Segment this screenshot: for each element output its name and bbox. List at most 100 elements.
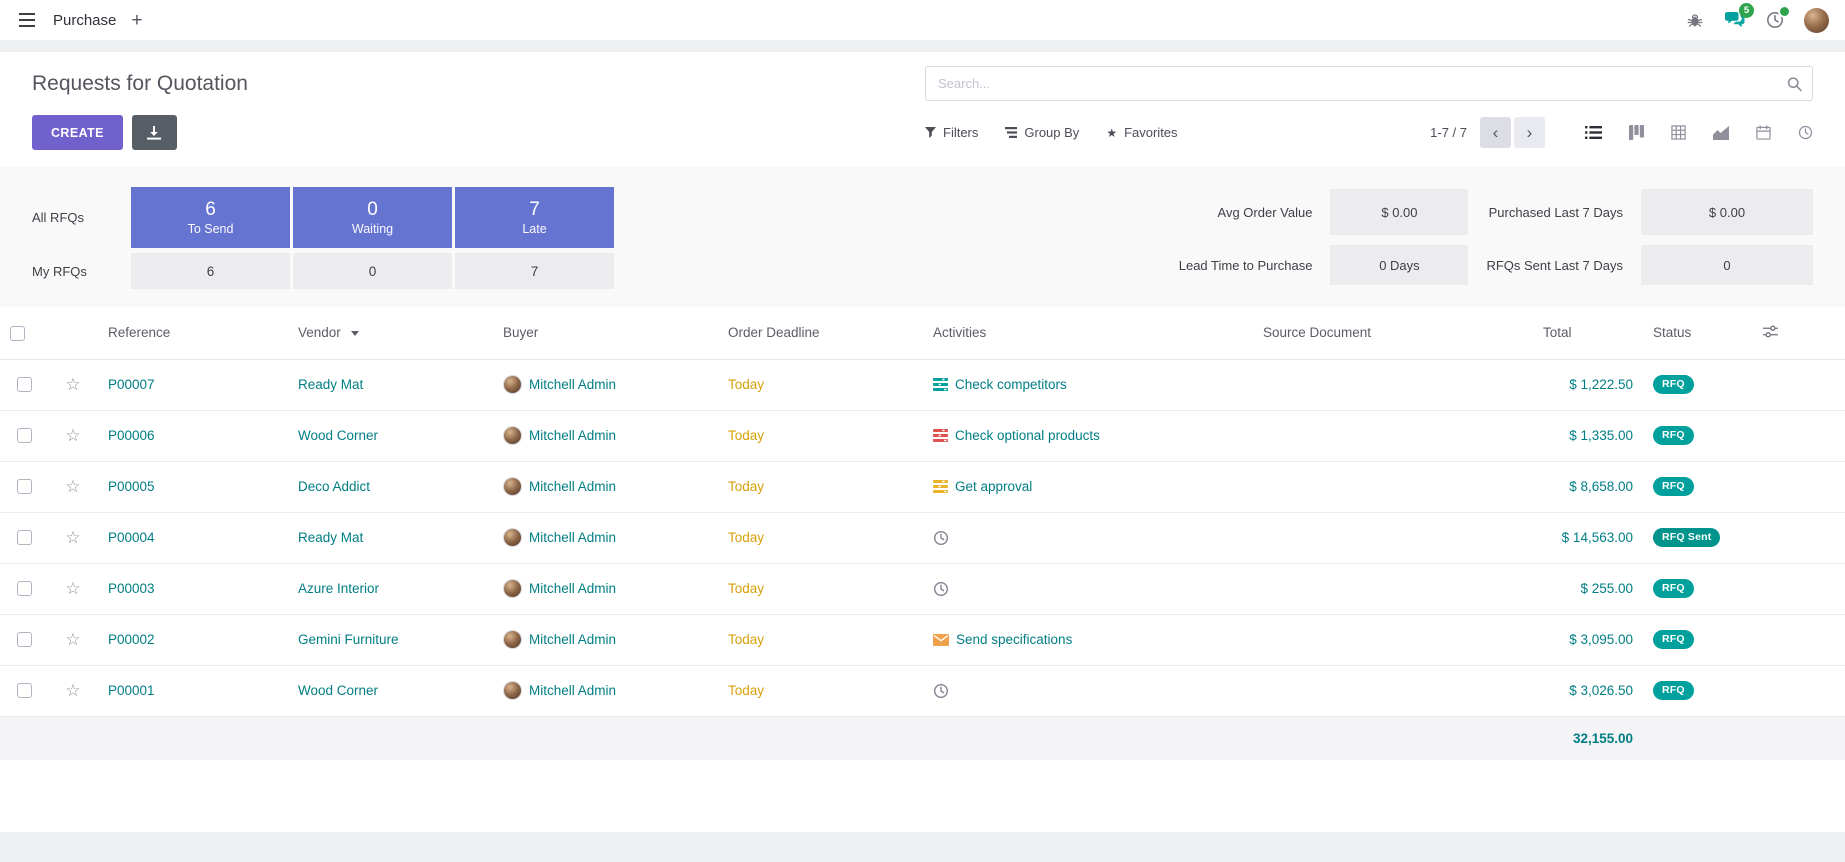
select-all-checkbox[interactable] bbox=[10, 326, 25, 341]
plus-icon[interactable]: + bbox=[131, 11, 142, 30]
table-row[interactable]: ☆ P00006 Wood Corner Mitchell Admin Toda… bbox=[0, 410, 1845, 461]
to-send-tile[interactable]: 6 To Send bbox=[131, 187, 290, 248]
column-header-source[interactable]: Source Document bbox=[1253, 307, 1533, 359]
kanban-view-icon[interactable] bbox=[1629, 125, 1644, 140]
table-row[interactable]: ☆ P00005 Deco Addict Mitchell Admin Toda… bbox=[0, 461, 1845, 512]
app-name[interactable]: Purchase bbox=[53, 12, 116, 29]
row-checkbox[interactable] bbox=[17, 479, 32, 494]
messages-icon[interactable]: 5 bbox=[1724, 9, 1746, 31]
reference-link[interactable]: P00007 bbox=[108, 377, 155, 392]
buyer-link[interactable]: Mitchell Admin bbox=[529, 530, 616, 545]
chevron-down-icon[interactable] bbox=[351, 331, 359, 336]
vendor-link[interactable]: Ready Mat bbox=[298, 530, 363, 545]
table-row[interactable]: ☆ P00003 Azure Interior Mitchell Admin T… bbox=[0, 563, 1845, 614]
row-checkbox[interactable] bbox=[17, 377, 32, 392]
my-waiting-tile[interactable]: 0 bbox=[293, 253, 452, 289]
my-to-send-tile[interactable]: 6 bbox=[131, 253, 290, 289]
column-header-buyer[interactable]: Buyer bbox=[493, 307, 718, 359]
activity-label[interactable]: Check competitors bbox=[955, 377, 1067, 392]
favorite-star-icon[interactable]: ☆ bbox=[65, 426, 80, 445]
tasks-icon[interactable] bbox=[933, 480, 948, 493]
activity-label[interactable]: Send specifications bbox=[956, 632, 1072, 647]
row-checkbox[interactable] bbox=[17, 683, 32, 698]
favorite-star-icon[interactable]: ☆ bbox=[65, 579, 80, 598]
favorite-star-icon[interactable]: ☆ bbox=[65, 375, 80, 394]
graph-view-icon[interactable] bbox=[1713, 126, 1729, 140]
pager-previous-button[interactable]: ‹ bbox=[1480, 117, 1511, 148]
buyer-link[interactable]: Mitchell Admin bbox=[529, 377, 616, 392]
envelope-icon[interactable] bbox=[933, 634, 949, 646]
vendor-link[interactable]: Azure Interior bbox=[298, 581, 379, 596]
table-row[interactable]: ☆ P00004 Ready Mat Mitchell Admin Today … bbox=[0, 512, 1845, 563]
calendar-view-icon[interactable] bbox=[1756, 125, 1771, 140]
view-switcher bbox=[1585, 125, 1813, 140]
vendor-link[interactable]: Gemini Furniture bbox=[298, 632, 399, 647]
table-row[interactable]: ☆ P00001 Wood Corner Mitchell Admin Toda… bbox=[0, 665, 1845, 716]
buyer-link[interactable]: Mitchell Admin bbox=[529, 428, 616, 443]
my-late-tile[interactable]: 7 bbox=[455, 253, 614, 289]
reference-link[interactable]: P00001 bbox=[108, 683, 155, 698]
top-navbar: Purchase + 5 bbox=[0, 0, 1845, 40]
row-checkbox[interactable] bbox=[17, 581, 32, 596]
tasks-icon[interactable] bbox=[933, 429, 948, 442]
schedule-activity-clock-icon[interactable] bbox=[933, 581, 949, 597]
buyer-link[interactable]: Mitchell Admin bbox=[529, 479, 616, 494]
buyer-avatar bbox=[503, 630, 522, 649]
reference-link[interactable]: P00004 bbox=[108, 530, 155, 545]
bottom-spacer bbox=[0, 760, 1845, 832]
buyer-link[interactable]: Mitchell Admin bbox=[529, 683, 616, 698]
favorites-button[interactable]: ★ Favorites bbox=[1106, 125, 1177, 140]
column-header-vendor[interactable]: Vendor bbox=[288, 307, 493, 359]
favorite-star-icon[interactable]: ☆ bbox=[65, 477, 80, 496]
reference-link[interactable]: P00003 bbox=[108, 581, 155, 596]
list-view-icon[interactable] bbox=[1585, 125, 1602, 140]
optional-columns-icon[interactable] bbox=[1763, 325, 1778, 338]
export-button[interactable] bbox=[132, 115, 177, 150]
column-header-reference[interactable]: Reference bbox=[98, 307, 288, 359]
pivot-view-icon[interactable] bbox=[1671, 125, 1686, 140]
user-avatar[interactable] bbox=[1804, 8, 1829, 33]
rfqs-sent-last7-label: RFQs Sent Last 7 Days bbox=[1486, 258, 1623, 273]
vendor-link[interactable]: Wood Corner bbox=[298, 683, 378, 698]
waiting-tile[interactable]: 0 Waiting bbox=[293, 187, 452, 248]
column-header-status[interactable]: Status bbox=[1643, 307, 1753, 359]
pager-next-button[interactable]: › bbox=[1514, 117, 1545, 148]
vendor-link[interactable]: Deco Addict bbox=[298, 479, 370, 494]
reference-link[interactable]: P00006 bbox=[108, 428, 155, 443]
table-row[interactable]: ☆ P00002 Gemini Furniture Mitchell Admin… bbox=[0, 614, 1845, 665]
row-checkbox[interactable] bbox=[17, 428, 32, 443]
buyer-link[interactable]: Mitchell Admin bbox=[529, 632, 616, 647]
create-button[interactable]: CREATE bbox=[32, 115, 123, 150]
favorite-star-icon[interactable]: ☆ bbox=[65, 528, 80, 547]
column-header-total[interactable]: Total bbox=[1533, 307, 1643, 359]
filters-button[interactable]: Filters bbox=[925, 125, 978, 140]
status-badge: RFQ bbox=[1653, 681, 1694, 700]
schedule-activity-clock-icon[interactable] bbox=[933, 530, 949, 546]
debug-bug-icon[interactable] bbox=[1684, 9, 1706, 31]
row-checkbox[interactable] bbox=[17, 632, 32, 647]
reference-link[interactable]: P00005 bbox=[108, 479, 155, 494]
group-by-button[interactable]: Group By bbox=[1005, 125, 1079, 140]
vendor-link[interactable]: Wood Corner bbox=[298, 428, 378, 443]
schedule-activity-clock-icon[interactable] bbox=[933, 683, 949, 699]
activity-label[interactable]: Get approval bbox=[955, 479, 1032, 494]
favorite-star-icon[interactable]: ☆ bbox=[65, 681, 80, 700]
reference-link[interactable]: P00002 bbox=[108, 632, 155, 647]
vendor-link[interactable]: Ready Mat bbox=[298, 377, 363, 392]
favorite-star-icon[interactable]: ☆ bbox=[65, 630, 80, 649]
search-icon[interactable] bbox=[1787, 76, 1802, 91]
buyer-avatar bbox=[503, 426, 522, 445]
late-tile[interactable]: 7 Late bbox=[455, 187, 614, 248]
tasks-icon[interactable] bbox=[933, 378, 948, 391]
column-header-activities[interactable]: Activities bbox=[923, 307, 1253, 359]
activities-clock-icon[interactable] bbox=[1764, 9, 1786, 31]
activity-view-icon[interactable] bbox=[1798, 125, 1813, 140]
search-input[interactable] bbox=[925, 66, 1813, 101]
row-checkbox[interactable] bbox=[17, 530, 32, 545]
status-badge: RFQ Sent bbox=[1653, 528, 1720, 547]
apps-menu-icon[interactable] bbox=[16, 9, 38, 31]
activity-label[interactable]: Check optional products bbox=[955, 428, 1100, 443]
column-header-deadline[interactable]: Order Deadline bbox=[718, 307, 923, 359]
table-row[interactable]: ☆ P00007 Ready Mat Mitchell Admin Today … bbox=[0, 359, 1845, 410]
buyer-link[interactable]: Mitchell Admin bbox=[529, 581, 616, 596]
